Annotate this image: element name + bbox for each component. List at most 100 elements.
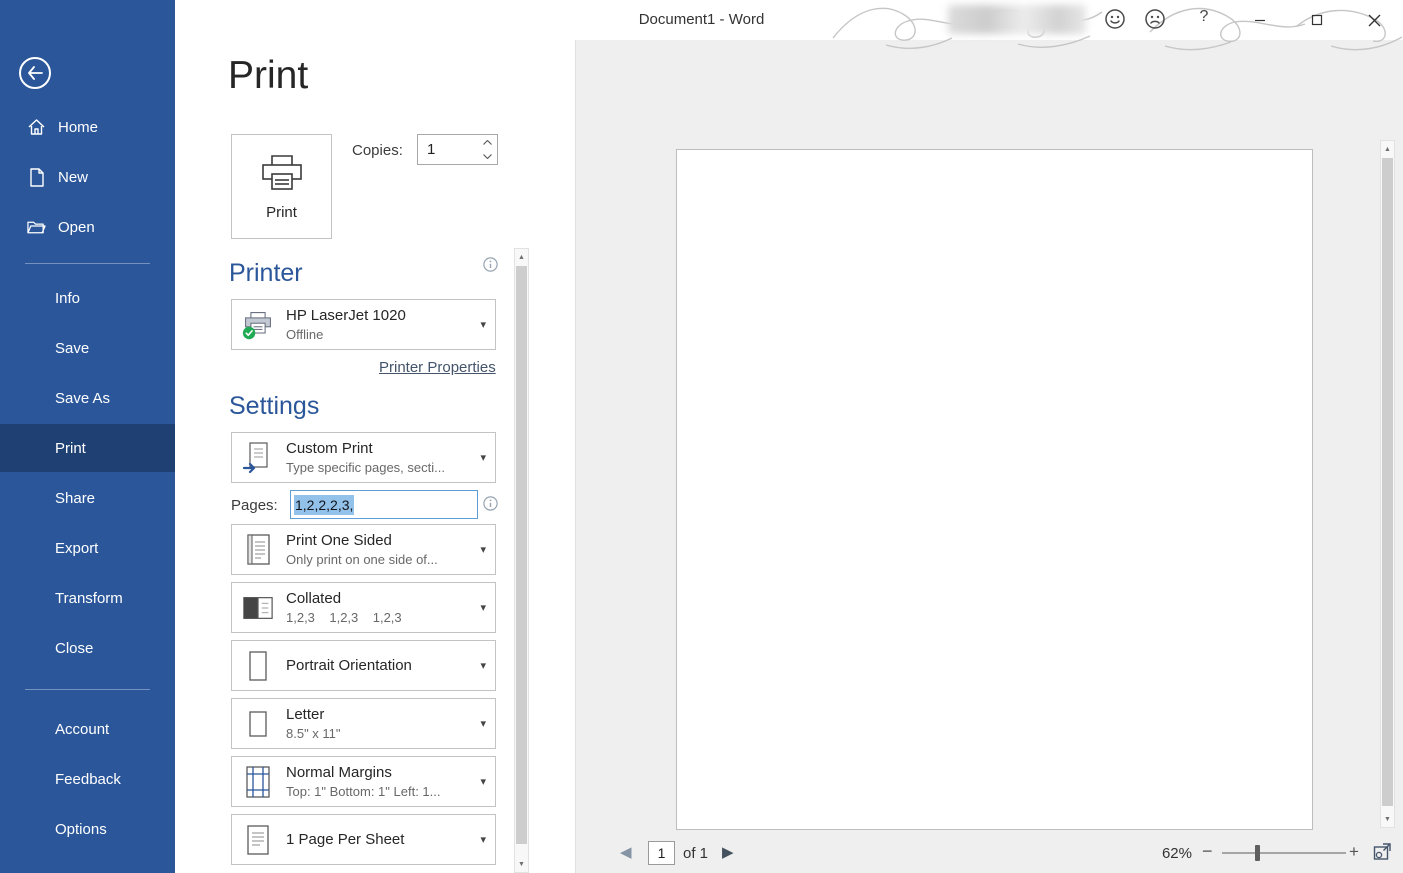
page-title: Print xyxy=(228,54,308,98)
sidebar-item-save-as[interactable]: Save As xyxy=(0,374,175,422)
copies-label: Copies: xyxy=(352,142,403,159)
duplex-subtitle: Only print on one side of... xyxy=(286,552,476,567)
portrait-orientation-icon xyxy=(242,650,274,682)
pages-per-sheet-icon xyxy=(242,824,274,856)
zoom-in-button[interactable]: + xyxy=(1349,842,1359,862)
paper-size-icon xyxy=(242,709,274,739)
chevron-down-icon: ▾ xyxy=(480,833,486,846)
copies-increment-button[interactable] xyxy=(480,135,495,150)
backstage-sidebar: Home New Open Info Save Save As Print Sh… xyxy=(0,0,175,873)
sidebar-item-account[interactable]: Account xyxy=(0,705,175,753)
sidebar-item-label: Account xyxy=(55,721,109,738)
sidebar-item-close[interactable]: Close xyxy=(0,624,175,672)
pages-value-selected: 1,2,2,2,3, xyxy=(294,495,354,515)
sidebar-item-export[interactable]: Export xyxy=(0,524,175,572)
sidebar-item-share[interactable]: Share xyxy=(0,474,175,522)
one-sided-icon xyxy=(242,533,274,567)
page-count-label: of 1 xyxy=(683,845,708,862)
printer-status: Offline xyxy=(286,327,476,342)
pages-info-icon[interactable] xyxy=(483,496,498,511)
sidebar-item-label: Close xyxy=(55,640,93,657)
duplex-dropdown[interactable]: Print One Sided Only print on one side o… xyxy=(231,524,496,575)
maximize-button[interactable] xyxy=(1294,0,1340,40)
home-icon xyxy=(27,118,46,137)
preview-scrollbar-thumb[interactable] xyxy=(1382,158,1393,806)
sidebar-item-label: Options xyxy=(55,821,107,838)
printer-name: HP LaserJet 1020 xyxy=(286,307,476,324)
sidebar-divider xyxy=(25,689,150,690)
paper-size-dropdown[interactable]: Letter 8.5" x 11" ▾ xyxy=(231,698,496,749)
close-button[interactable] xyxy=(1351,0,1397,40)
zoom-slider-track[interactable] xyxy=(1222,852,1346,854)
frown-face-icon[interactable] xyxy=(1143,7,1167,31)
scroll-up-icon[interactable]: ▲ xyxy=(1381,141,1394,157)
printer-device-icon xyxy=(242,308,274,342)
print-range-dropdown[interactable]: Custom Print Type specific pages, secti.… xyxy=(231,432,496,483)
sidebar-item-save[interactable]: Save xyxy=(0,324,175,372)
settings-section-heading: Settings xyxy=(229,392,319,421)
minimize-button[interactable] xyxy=(1237,0,1283,40)
collation-title: Collated xyxy=(286,590,476,607)
chevron-down-icon: ▾ xyxy=(480,543,486,556)
print-button-label: Print xyxy=(266,204,297,221)
sidebar-item-info[interactable]: Info xyxy=(0,274,175,322)
chevron-down-icon: ▾ xyxy=(480,318,486,331)
sidebar-item-new[interactable]: New xyxy=(0,153,175,201)
collated-icon xyxy=(242,593,274,623)
sidebar-item-label: Transform xyxy=(55,590,123,607)
new-document-icon xyxy=(27,168,46,187)
scroll-down-icon[interactable]: ▼ xyxy=(1381,811,1394,827)
zoom-level-label[interactable]: 62% xyxy=(1152,845,1192,862)
sidebar-item-options[interactable]: Options xyxy=(0,805,175,853)
copies-decrement-button[interactable] xyxy=(480,150,495,165)
print-range-title: Custom Print xyxy=(286,440,476,457)
orientation-title: Portrait Orientation xyxy=(286,657,476,674)
settings-scrollbar-thumb[interactable] xyxy=(516,266,527,844)
previous-page-icon[interactable]: ◀ xyxy=(620,843,632,861)
preview-scrollbar[interactable]: ▲ ▼ xyxy=(1380,140,1395,828)
margins-subtitle: Top: 1" Bottom: 1" Left: 1... xyxy=(286,784,476,799)
current-page-input[interactable]: 1 xyxy=(648,841,675,865)
sidebar-item-open[interactable]: Open xyxy=(0,203,175,251)
sidebar-item-transform[interactable]: Transform xyxy=(0,574,175,622)
zoom-out-button[interactable]: − xyxy=(1202,841,1213,862)
chevron-down-icon: ▾ xyxy=(480,601,486,614)
back-arrow-icon xyxy=(27,66,43,80)
sidebar-item-label: Info xyxy=(55,290,80,307)
margins-title: Normal Margins xyxy=(286,764,476,781)
copies-stepper[interactable]: 1 xyxy=(417,134,498,165)
next-page-icon[interactable]: ▶ xyxy=(722,843,734,861)
printer-select-dropdown[interactable]: HP LaserJet 1020 Offline ▾ xyxy=(231,299,496,350)
sidebar-item-label: Save xyxy=(55,340,89,357)
printer-section-heading: Printer xyxy=(229,259,303,288)
scroll-up-icon[interactable]: ▲ xyxy=(515,249,528,265)
sidebar-item-print[interactable]: Print xyxy=(0,424,175,472)
pages-per-sheet-dropdown[interactable]: 1 Page Per Sheet ▾ xyxy=(231,814,496,865)
smiley-face-icon[interactable] xyxy=(1103,7,1127,31)
sidebar-item-label: Export xyxy=(55,540,98,557)
settings-scrollbar[interactable]: ▲ ▼ xyxy=(514,248,529,873)
sidebar-item-label: Share xyxy=(55,490,95,507)
sidebar-item-home[interactable]: Home xyxy=(0,103,175,151)
margins-dropdown[interactable]: Normal Margins Top: 1" Bottom: 1" Left: … xyxy=(231,756,496,807)
sidebar-item-label: Print xyxy=(55,440,86,457)
copies-value: 1 xyxy=(427,141,435,158)
printer-info-icon[interactable] xyxy=(483,257,498,272)
back-button[interactable] xyxy=(19,57,51,89)
pages-input[interactable]: 1,2,2,2,3, xyxy=(290,490,478,519)
print-button[interactable]: Print xyxy=(231,134,332,239)
blurred-account-name xyxy=(948,5,1086,34)
zoom-to-page-icon[interactable] xyxy=(1372,843,1392,863)
help-icon[interactable]: ? xyxy=(1196,8,1212,32)
paper-size-subtitle: 8.5" x 11" xyxy=(286,726,476,741)
window-title: Document1 - Word xyxy=(0,11,1403,28)
zoom-slider-thumb[interactable] xyxy=(1255,845,1260,861)
scroll-down-icon[interactable]: ▼ xyxy=(515,856,528,872)
orientation-dropdown[interactable]: Portrait Orientation ▾ xyxy=(231,640,496,691)
collation-dropdown[interactable]: Collated 1,2,3 1,2,3 1,2,3 ▾ xyxy=(231,582,496,633)
chevron-down-icon: ▾ xyxy=(480,659,486,672)
printer-properties-link[interactable]: Printer Properties xyxy=(379,359,496,376)
open-folder-icon xyxy=(27,218,46,237)
duplex-title: Print One Sided xyxy=(286,532,476,549)
sidebar-item-feedback[interactable]: Feedback xyxy=(0,755,175,803)
